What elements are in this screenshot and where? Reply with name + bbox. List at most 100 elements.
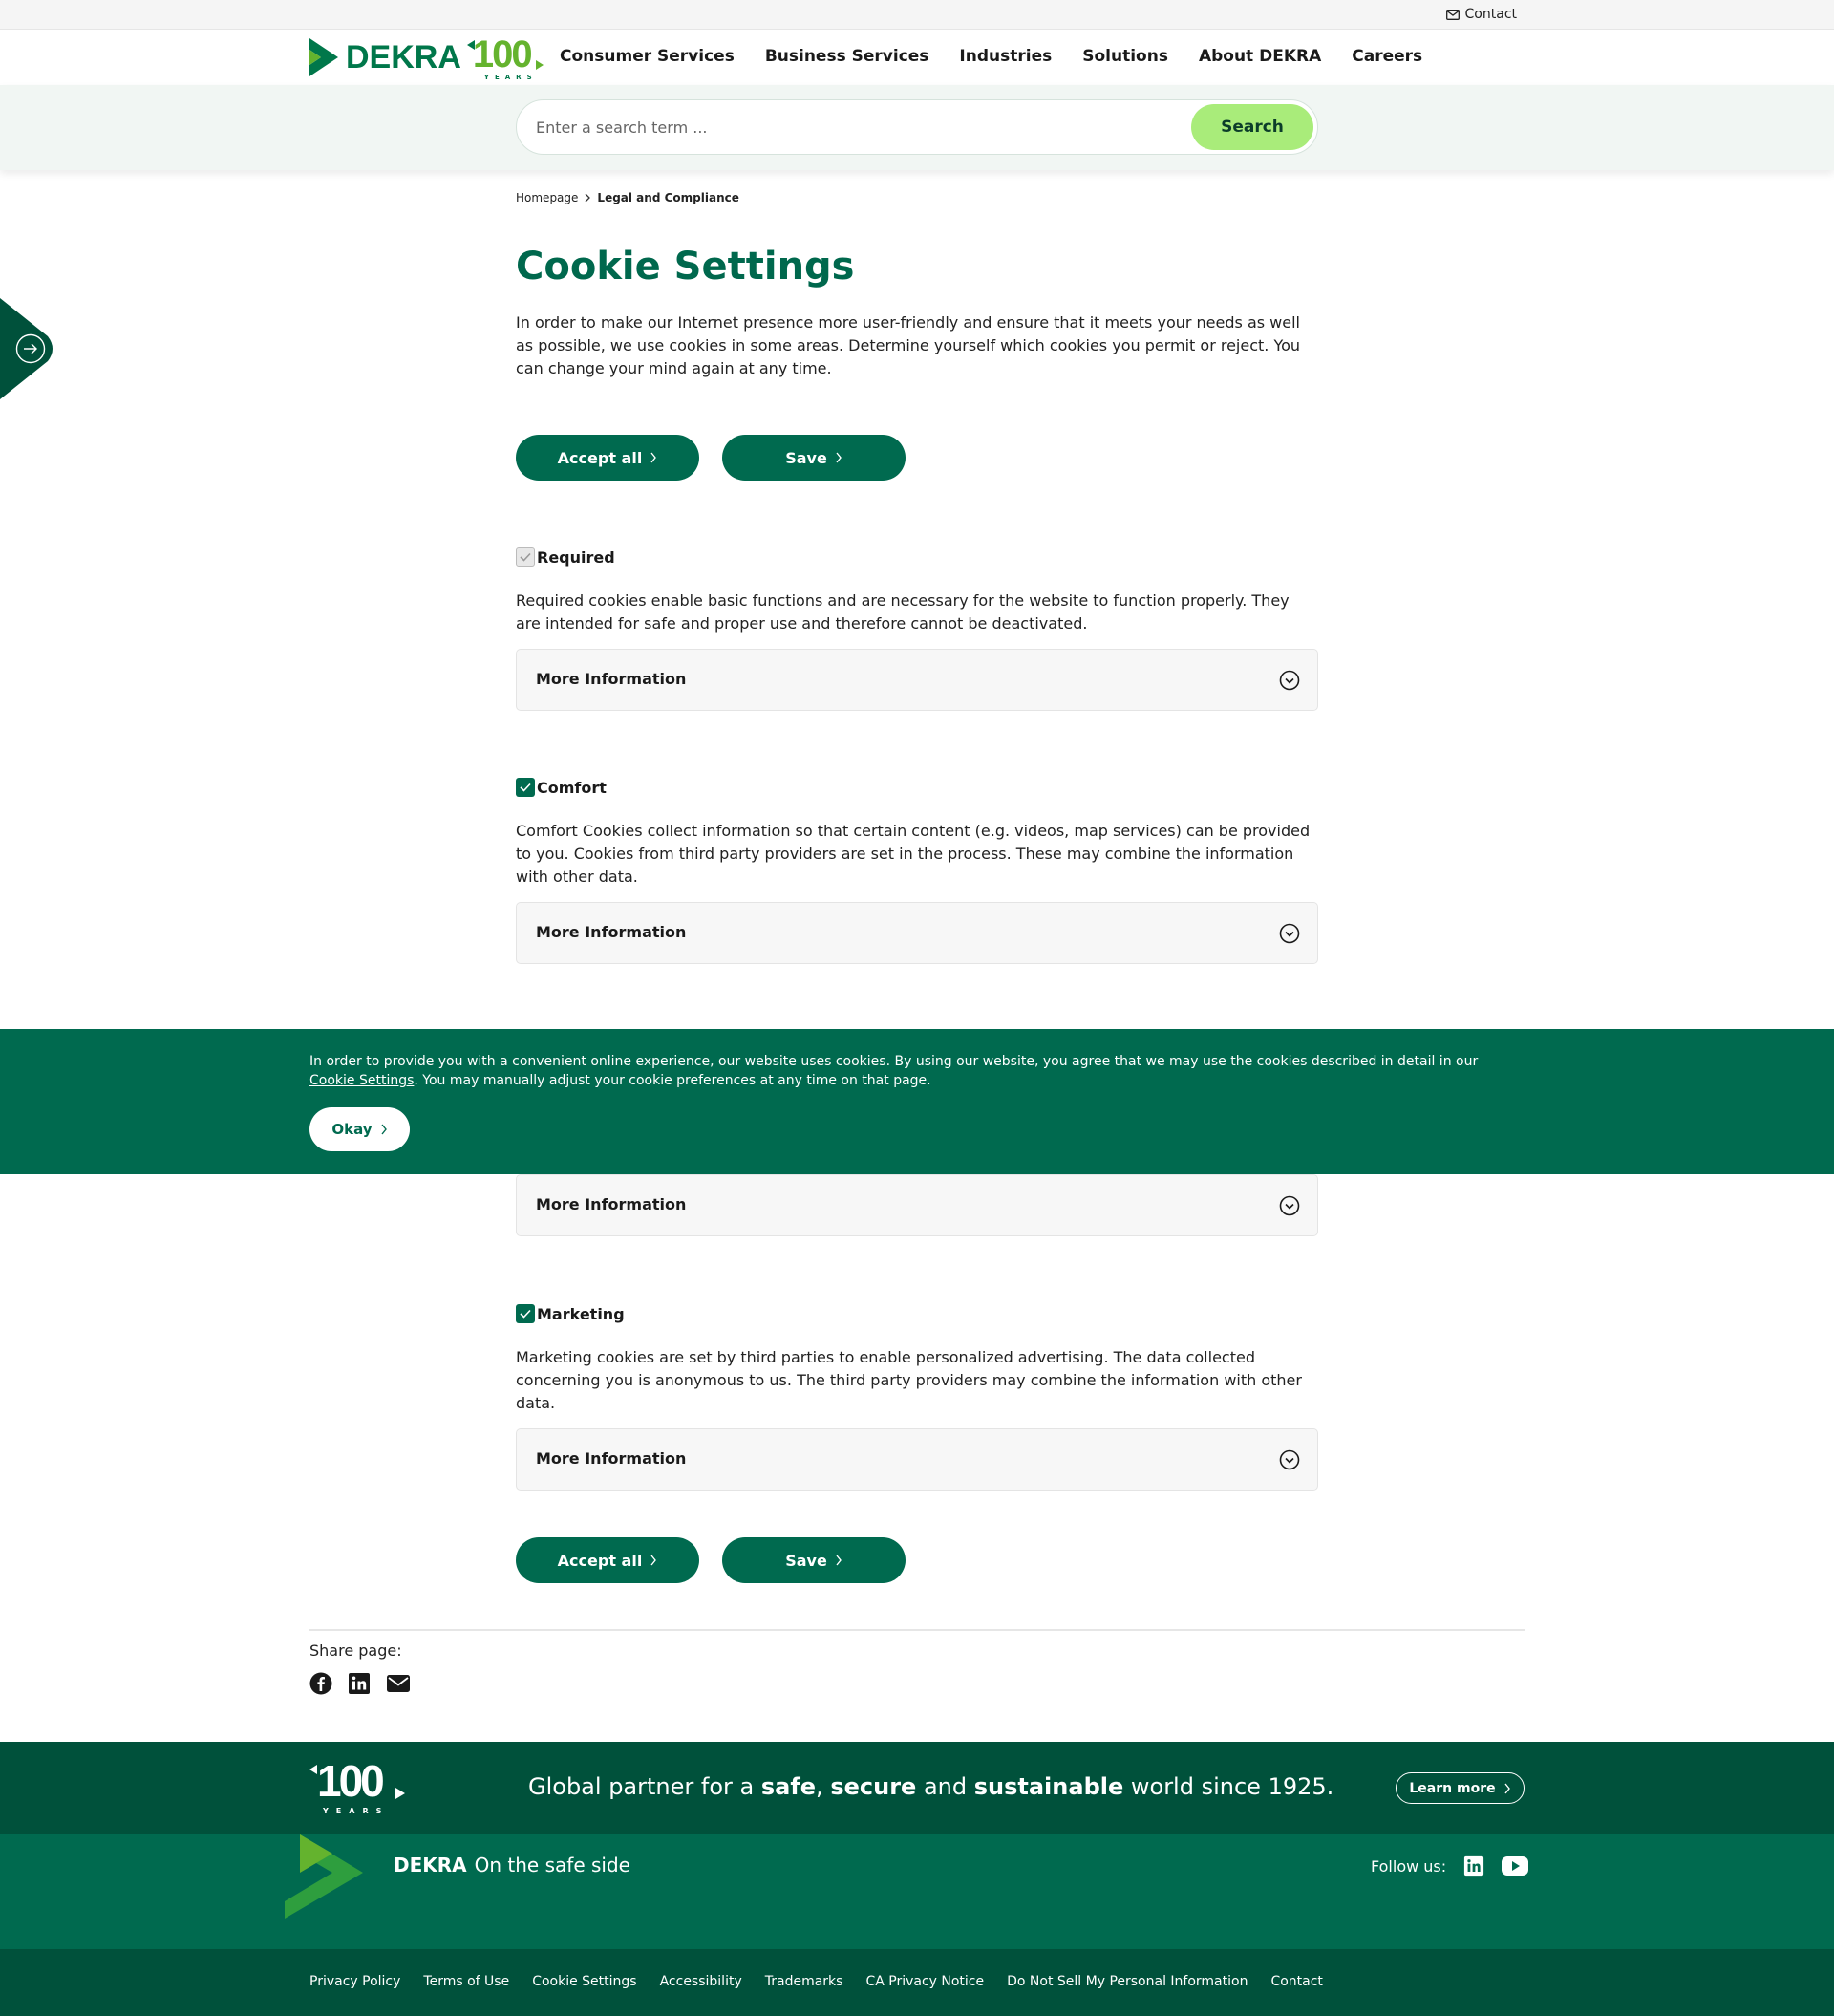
accept-all-label: Accept all <box>557 448 643 467</box>
analysis-more-info[interactable]: More Information <box>516 1174 1318 1236</box>
comfort-desc: Comfort Cookies collect information so t… <box>516 822 1311 886</box>
search-input[interactable] <box>536 114 1185 140</box>
nav-solutions[interactable]: Solutions <box>1082 47 1168 66</box>
follow-us: Follow us: <box>1371 1855 1529 1877</box>
share-label: Share page: <box>309 1641 402 1660</box>
footer-link-terms-of-use[interactable]: Terms of Use <box>423 1974 509 1989</box>
facebook-icon[interactable] <box>309 1672 332 1695</box>
chevron-down-circle-icon <box>1279 923 1300 944</box>
linkedin-icon[interactable] <box>1463 1855 1484 1877</box>
learn-more-label: Learn more <box>1409 1780 1496 1796</box>
required-title: Required <box>537 547 615 567</box>
logo-arrow-right-icon <box>395 1788 405 1799</box>
contact-link[interactable]: Contact <box>1445 7 1517 22</box>
cookie-banner-text: In order to provide you with a convenien… <box>309 1052 1513 1090</box>
footer-links-band: Privacy Policy Terms of Use Cookie Setti… <box>0 1949 1834 2016</box>
cookie-banner: In order to provide you with a convenien… <box>0 1029 1834 1174</box>
comfort-title-row: Comfort <box>516 778 1318 797</box>
marketing-desc: Marketing cookies are set by third parti… <box>516 1348 1302 1412</box>
cookie-settings-link[interactable]: Cookie Settings <box>309 1073 414 1088</box>
footer-link-privacy-policy[interactable]: Privacy Policy <box>309 1974 400 1989</box>
nav-about-dekra[interactable]: About DEKRA <box>1199 47 1321 66</box>
accept-all-button-bottom[interactable]: Accept all <box>516 1537 699 1583</box>
save-label: Save <box>785 448 827 467</box>
footer-links: Privacy Policy Terms of Use Cookie Setti… <box>309 1974 1323 1989</box>
save-label: Save <box>785 1551 827 1570</box>
required-more-info[interactable]: More Information <box>516 649 1318 711</box>
utility-bar: Contact <box>0 0 1834 30</box>
footer-tagline: Global partner for a safe, secure and su… <box>528 1773 1334 1800</box>
footer-years: YEARS <box>323 1807 390 1815</box>
chevron-right-icon <box>836 452 842 463</box>
check-icon <box>520 552 531 562</box>
footer-anniversary-band: 100 YEARS Global partner for a safe, sec… <box>0 1742 1834 1834</box>
okay-button[interactable]: Okay <box>309 1107 410 1151</box>
section-required: Required Required cookies enable basic f… <box>516 547 1318 711</box>
footer-link-contact[interactable]: Contact <box>1270 1974 1322 1989</box>
intro-text: In order to make our Internet presence m… <box>516 313 1301 377</box>
section-comfort: Comfort Comfort Cookies collect informat… <box>516 778 1318 964</box>
footer-hundred: 100 <box>317 1756 385 1806</box>
cookie-text-before: In order to provide you with a convenien… <box>309 1054 1479 1069</box>
logo-100-years: 100 YEARS <box>466 33 544 81</box>
footer-brand-slogan: On the safe side <box>474 1854 630 1877</box>
search-box: Search <box>516 99 1318 155</box>
nav-business-services[interactable]: Business Services <box>765 47 929 66</box>
nav-careers[interactable]: Careers <box>1352 47 1422 66</box>
top-button-row: Accept all Save <box>516 435 1318 481</box>
comfort-checkbox[interactable] <box>516 778 535 797</box>
breadcrumb-current: Legal and Compliance <box>597 191 739 204</box>
footer-link-cookie-settings[interactable]: Cookie Settings <box>532 1974 636 1989</box>
learn-more-button[interactable]: Learn more <box>1396 1772 1525 1804</box>
accept-all-button[interactable]: Accept all <box>516 435 699 481</box>
accept-all-label: Accept all <box>557 1551 643 1570</box>
youtube-icon[interactable] <box>1502 1856 1529 1876</box>
chevron-right-icon <box>381 1124 387 1135</box>
content-divider <box>309 1629 1525 1631</box>
follow-label: Follow us: <box>1371 1856 1447 1876</box>
search-band: Search <box>0 85 1834 170</box>
comfort-more-info[interactable]: More Information <box>516 902 1318 964</box>
logo-wordmark: DEKRA <box>346 38 461 75</box>
email-icon[interactable] <box>386 1672 411 1695</box>
footer-link-trademarks[interactable]: Trademarks <box>765 1974 843 1989</box>
arrow-right-circle-icon <box>15 333 46 364</box>
contact-label: Contact <box>1464 7 1517 22</box>
required-desc: Required cookies enable basic functions … <box>516 591 1290 633</box>
footer-link-do-not-sell[interactable]: Do Not Sell My Personal Information <box>1007 1974 1248 1989</box>
chevron-right-icon <box>836 1555 842 1566</box>
page-title: Cookie Settings <box>516 245 855 289</box>
footer-link-accessibility[interactable]: Accessibility <box>660 1974 742 1989</box>
nav-consumer-services[interactable]: Consumer Services <box>560 47 735 66</box>
dekra-mark-icon <box>285 1834 363 1919</box>
side-tab[interactable] <box>0 298 57 399</box>
chevron-right-icon <box>1504 1783 1510 1793</box>
footer-link-ca-privacy-notice[interactable]: CA Privacy Notice <box>865 1974 984 1989</box>
footer-100-years-logo: 100 YEARS <box>309 1756 415 1818</box>
marketing-checkbox[interactable] <box>516 1304 535 1323</box>
section-marketing: Marketing Marketing cookies are set by t… <box>516 1304 1318 1491</box>
chevron-down-circle-icon <box>1279 670 1300 691</box>
dekra-mark-icon <box>309 38 338 76</box>
marketing-title-row: Marketing <box>516 1304 1318 1323</box>
footer-brand-name: DEKRA <box>394 1854 467 1877</box>
dekra-logo[interactable]: DEKRA 100 YEARS <box>309 33 544 81</box>
save-button-bottom[interactable]: Save <box>722 1537 906 1583</box>
required-checkbox[interactable] <box>516 547 535 567</box>
breadcrumb: Homepage Legal and Compliance <box>516 191 1318 204</box>
marketing-more-info[interactable]: More Information <box>516 1428 1318 1491</box>
share-icons <box>309 1672 411 1695</box>
main-content: Homepage Legal and Compliance Cookie Set… <box>516 191 1318 1583</box>
breadcrumb-home[interactable]: Homepage <box>516 191 578 204</box>
logo-arrow-left-icon <box>309 1765 317 1774</box>
save-button[interactable]: Save <box>722 435 906 481</box>
chevron-down-circle-icon <box>1279 1195 1300 1216</box>
nav-industries[interactable]: Industries <box>959 47 1052 66</box>
bottom-button-row: Accept all Save <box>516 1537 906 1583</box>
chevron-right-icon <box>650 1555 657 1566</box>
search-button[interactable]: Search <box>1191 104 1313 150</box>
more-info-label: More Information <box>536 670 687 688</box>
linkedin-icon[interactable] <box>348 1672 371 1695</box>
check-icon <box>520 1309 531 1319</box>
main-header: DEKRA 100 YEARS Consumer Services Busine… <box>0 30 1834 85</box>
